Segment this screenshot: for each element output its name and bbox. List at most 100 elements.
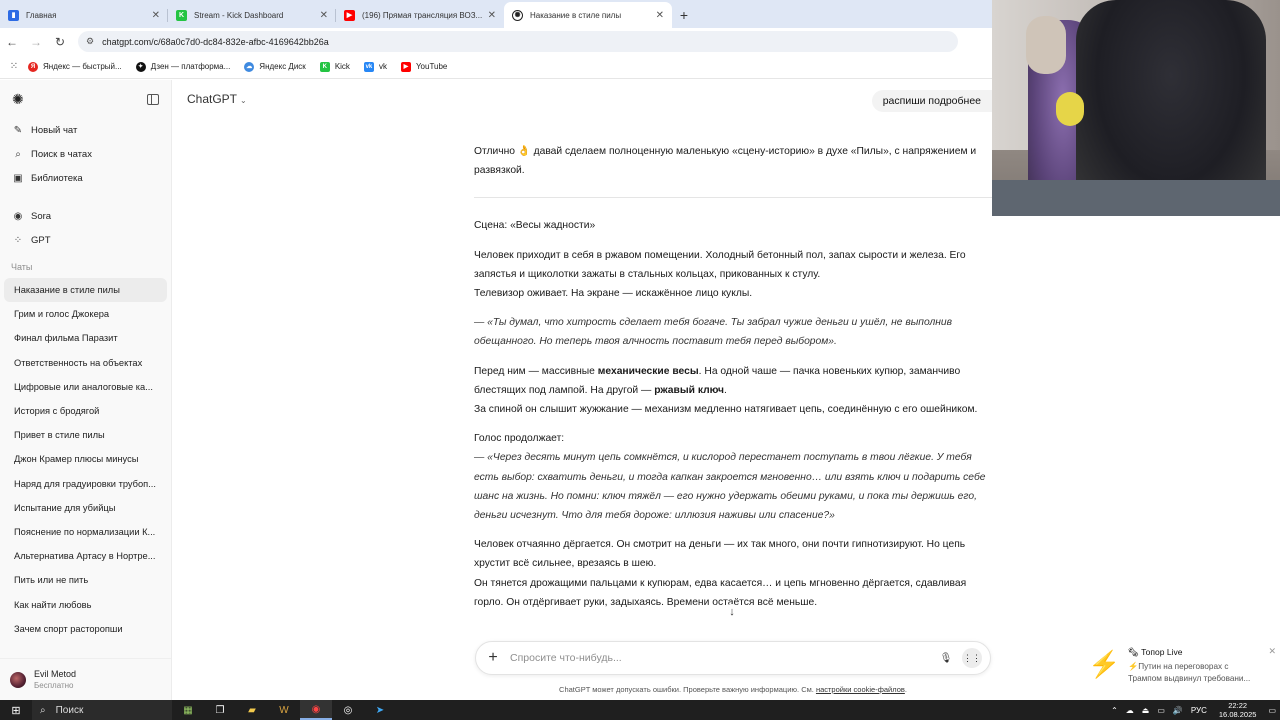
notifications-icon[interactable]: ▭ xyxy=(1268,706,1276,715)
user-message: распиши подробнее xyxy=(871,90,992,112)
new-tab-button[interactable]: + xyxy=(672,2,696,28)
chat-item[interactable]: Пить или не пить xyxy=(4,568,167,592)
tab-youtube-stream[interactable]: ▶ (196) Прямая трансляция ВОЗ... ✕ xyxy=(336,2,504,28)
file-explorer-icon[interactable]: ▰ xyxy=(236,700,268,720)
webcam-person-hair xyxy=(1026,16,1066,74)
tab-chatgpt[interactable]: ✺ Наказание в стиле пилы ✕ xyxy=(504,2,672,28)
quote: — «Через десять минут цепь сомкнётся, и … xyxy=(474,452,986,522)
chatgpt-icon: ✺ xyxy=(512,9,523,21)
sora-icon: ◉ xyxy=(13,210,23,222)
disclaimer: ChatGPT может допускать ошибки. Проверьт… xyxy=(475,685,991,694)
chat-item[interactable]: Наказание в стиле пилы xyxy=(4,278,167,303)
microphone-icon[interactable]: 🎙 xyxy=(936,653,956,664)
disclaimer-end: . xyxy=(904,685,907,694)
tab-glavnaya[interactable]: ▮ Главная ✕ xyxy=(0,2,168,28)
model-selector[interactable]: ChatGPT ⌄ xyxy=(187,92,247,106)
url-field[interactable]: ⚙ chatgpt.com/c/68a0c7d0-dc84-832e-afbc-… xyxy=(78,31,958,52)
model-label: ChatGPT xyxy=(187,92,238,106)
sidebar-item-gpt[interactable]: ⁘ GPT xyxy=(0,228,171,252)
taskbar: ⊞ ⌕ Поиск ▦ ❐ ▰ W ◉ ◎ ➤ ⌃ ☁ ⏏ ▭ 🔊 РУС 22:… xyxy=(0,700,1280,720)
bookmark-youtube[interactable]: ▶ YouTube xyxy=(400,61,447,72)
cloud-icon[interactable]: ☁ xyxy=(1126,706,1134,715)
paragraph: Человек приходит в себя в ржавом помещен… xyxy=(474,246,992,284)
widgets-icon[interactable]: ▦ xyxy=(172,700,204,720)
user-account[interactable]: Evil Metod Бесплатно xyxy=(0,658,171,700)
scroll-down-icon[interactable]: ↓ xyxy=(724,604,740,620)
language-indicator[interactable]: РУС xyxy=(1191,706,1207,715)
chrome-icon[interactable]: ◉ xyxy=(300,700,332,720)
divider xyxy=(474,197,992,199)
prompt-input[interactable] xyxy=(510,652,936,664)
chat-item[interactable]: Привет в стиле пилы xyxy=(4,423,167,447)
search-label: Поиск xyxy=(55,704,84,716)
close-tab-icon[interactable]: ✕ xyxy=(320,10,328,21)
close-tab-icon[interactable]: ✕ xyxy=(488,10,496,21)
close-tab-icon[interactable]: ✕ xyxy=(152,10,160,21)
webcam-object xyxy=(1056,92,1084,126)
chat-item[interactable]: Джон Крамер плюсы минусы xyxy=(4,447,167,471)
sidebar-item-library[interactable]: ▣ Библиотека xyxy=(0,166,171,190)
chat-item[interactable]: Наряд для градуировки трубоп... xyxy=(4,472,167,496)
game-icon[interactable]: W xyxy=(268,700,300,720)
bookmark-vk[interactable]: vk vk xyxy=(363,61,387,72)
sidebar-toggle-icon[interactable] xyxy=(147,93,159,105)
volume-icon[interactable]: 🔊 xyxy=(1173,706,1183,715)
close-icon[interactable]: ✕ xyxy=(1268,646,1276,657)
chat-item[interactable]: Альтернатива Артасу в Нортре... xyxy=(4,544,167,568)
search-icon: ⌕ xyxy=(40,704,46,716)
tab-label: Stream - Kick Dashboard xyxy=(194,10,284,20)
sidebar-item-sora[interactable]: ◉ Sora xyxy=(0,204,171,228)
notification-popup[interactable]: ⚡ 🗞 Топор Live ⚡Путин на переговорах с Т… xyxy=(1088,643,1280,691)
chat-main: ChatGPT ⌄ распиши подробнее Отлично 👌 дав… xyxy=(173,80,992,700)
tab-kick-dashboard[interactable]: K Stream - Kick Dashboard ✕ xyxy=(168,2,336,28)
bookmark-label: vk xyxy=(378,62,387,71)
bookmark-kick[interactable]: K Kick xyxy=(319,61,350,72)
paragraph: Перед ним — массивные механические весы.… xyxy=(474,362,992,400)
address-bar: ← → ↻ ⚙ chatgpt.com/c/68a0c7d0-dc84-832e… xyxy=(0,28,992,55)
reload-icon[interactable]: ↻ xyxy=(48,35,72,49)
back-icon[interactable]: ← xyxy=(0,35,24,49)
attach-plus-icon[interactable]: + xyxy=(476,649,510,667)
taskbar-search[interactable]: ⌕ Поиск xyxy=(32,700,172,720)
chevron-up-icon[interactable]: ⌃ xyxy=(1111,706,1118,715)
cookie-settings-link[interactable]: настройки cookie-файлов xyxy=(816,685,905,694)
forward-icon[interactable]: → xyxy=(24,35,48,49)
apps-grid-icon[interactable]: ⁙ xyxy=(0,61,28,72)
chat-item[interactable]: Испытание для убийцы xyxy=(4,496,167,520)
sidebar-item-new-chat[interactable]: ✎ Новый чат xyxy=(0,118,171,142)
bookmark-label: Kick xyxy=(334,62,350,71)
sidebar-item-label: Новый чат xyxy=(31,124,78,136)
site-settings-icon[interactable]: ⚙ xyxy=(86,36,94,47)
chat-item[interactable]: История с бродягой xyxy=(4,399,167,423)
sidebar-item-search[interactable]: ⌕ Поиск в чатах xyxy=(0,142,171,166)
chat-item[interactable]: Цифровые или аналоговые ка... xyxy=(4,375,167,399)
bookmark-yandex-disk[interactable]: ☁ Яндекс Диск xyxy=(244,61,306,72)
close-tab-icon[interactable]: ✕ xyxy=(656,10,664,21)
clock-date: 16.08.2025 xyxy=(1218,710,1257,719)
quote: — «Ты думал, что хитрость сделает тебя б… xyxy=(474,317,953,348)
chat-item[interactable]: Грим и голос Джокера xyxy=(4,302,167,326)
chats-section-title: Чаты xyxy=(11,262,33,272)
obs-icon[interactable]: ◎ xyxy=(332,700,364,720)
chat-item[interactable]: Пояснение по нормализации К... xyxy=(4,520,167,544)
composer: + 🎙 ⋮⋮ xyxy=(475,641,991,675)
clock[interactable]: 22:22 16.08.2025 xyxy=(1219,701,1257,719)
usb-icon[interactable]: ⏏ xyxy=(1142,706,1150,715)
chat-item[interactable]: Зачем спорт расторопши xyxy=(4,617,167,641)
bookmark-label: Дзен — платформа... xyxy=(150,62,231,71)
chat-item[interactable]: Как найти любовь xyxy=(4,592,167,616)
openai-logo-icon[interactable]: ✺ xyxy=(12,91,24,108)
youtube-icon: ▶ xyxy=(344,9,355,21)
task-view-icon[interactable]: ❐ xyxy=(204,700,236,720)
notification-title: 🗞 Топор Live xyxy=(1128,647,1183,657)
telegram-icon[interactable]: ➤ xyxy=(364,700,396,720)
windows-start-icon[interactable]: ⊞ xyxy=(0,704,32,717)
voice-mode-icon[interactable]: ⋮⋮ xyxy=(962,648,982,668)
bookmark-yandex[interactable]: Я Яндекс — быстрый... xyxy=(28,61,122,72)
new-chat-icon: ✎ xyxy=(13,124,23,136)
paragraph: Голос продолжает: xyxy=(474,433,565,445)
chat-item[interactable]: Финал фильма Паразит xyxy=(4,326,167,350)
network-icon[interactable]: ▭ xyxy=(1157,706,1165,715)
chat-item[interactable]: Ответственность на объектах xyxy=(4,351,167,375)
bookmark-dzen[interactable]: ✦ Дзен — платформа... xyxy=(135,61,231,72)
